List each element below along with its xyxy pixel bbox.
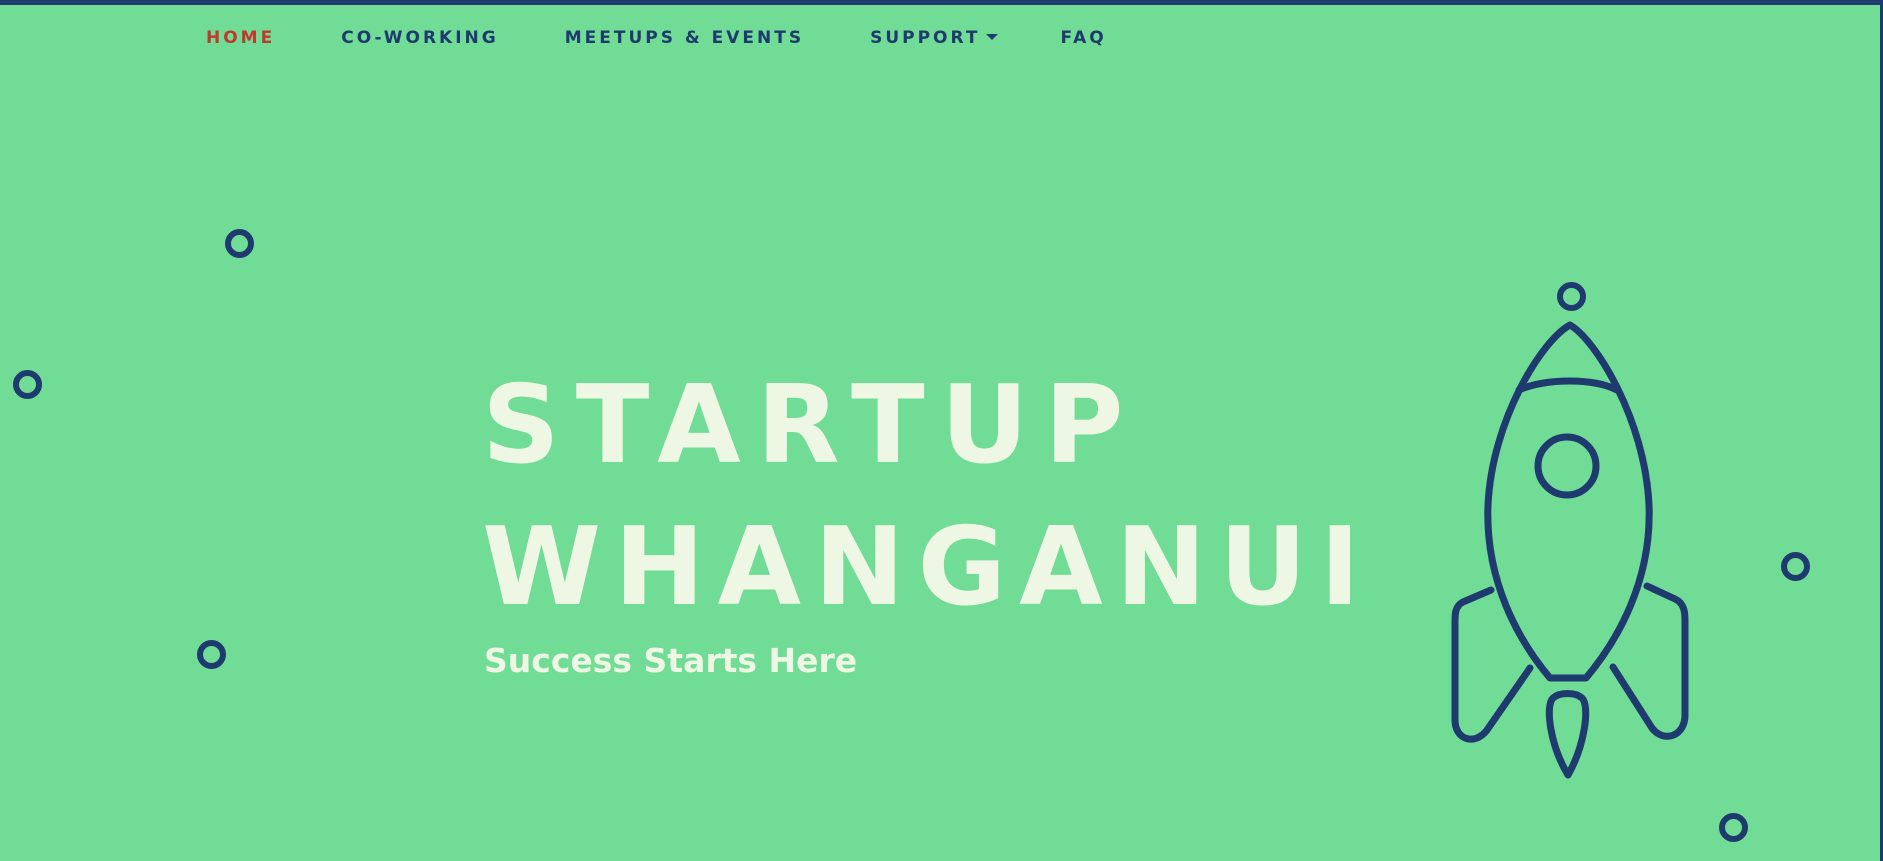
- ring-icon: [225, 229, 254, 258]
- ring-icon: [1557, 282, 1586, 311]
- nav-item-meetups-events[interactable]: MEETUPS & EVENTS: [565, 28, 804, 48]
- nav-item-faq[interactable]: FAQ: [1060, 28, 1106, 48]
- top-accent-bar: [0, 0, 1883, 5]
- nav-item-home[interactable]: HOME: [206, 28, 275, 48]
- nav-item-support[interactable]: SUPPORT: [870, 28, 999, 48]
- hero-title-line-1: STARTUP: [482, 363, 1140, 488]
- main-navigation: HOME CO-WORKING MEETUPS & EVENTS SUPPORT…: [206, 26, 1107, 50]
- nav-item-support-label: SUPPORT: [870, 28, 981, 48]
- caret-down-icon: [986, 34, 999, 40]
- ring-icon: [197, 640, 226, 669]
- ring-icon: [13, 370, 42, 399]
- hero-title-line-2: WHANGANUI: [482, 505, 1373, 630]
- ring-icon: [1719, 813, 1748, 842]
- hero-subtitle: Success Starts Here: [484, 641, 858, 680]
- rocket-icon: [1451, 321, 1689, 779]
- ring-icon: [1781, 552, 1810, 581]
- nav-item-co-working[interactable]: CO-WORKING: [341, 28, 499, 48]
